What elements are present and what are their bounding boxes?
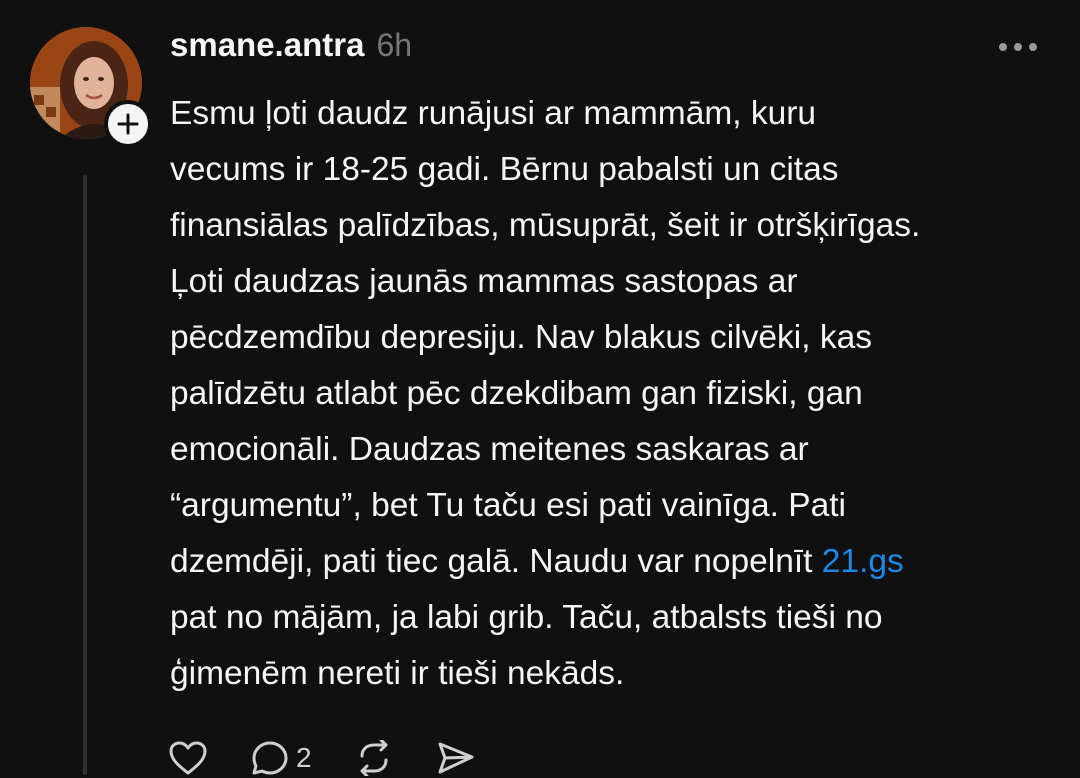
like-button[interactable] [168,740,208,776]
post-body: Esmu ļoti daudz runājusi ar mammām, kuru… [170,86,1060,702]
post-body-line: finansiālas palīdzības, mūsuprāt, šeit i… [170,207,921,244]
post-time: 6h [376,27,413,63]
post-body-line: pat no mājām, ja labi grib. Taču, atbals… [170,599,883,636]
post-header: smane.antra 6h [170,26,412,70]
post-body-text: dzemdēji, pati tiec galā. Naudu var nope… [170,543,822,580]
heart-icon [169,741,207,775]
post-body-line: pēcdzemdību depresiju. Nav blakus cilvēk… [170,319,872,356]
plus-icon [117,113,139,135]
hashtag-link[interactable]: 21.gs [822,543,904,580]
more-options-button[interactable] [996,38,1040,56]
post-body-line: “argumentu”, bet Tu taču esi pati vainīg… [170,487,846,524]
post-body-line: Ļoti daudzas jaunās mammas sastopas ar [170,263,798,300]
reply-count: 2 [296,742,312,773]
comment-icon [252,741,288,775]
post-body-line: ģimenēm nereti ir tieši nekāds. [170,655,625,692]
comment-button[interactable]: 2 [250,740,312,776]
repost-icon [360,740,388,776]
action-bar: 2 [168,738,518,778]
post-body-line: vecums ir 18-25 gadi. Bērnu pabalsti un … [170,151,839,188]
post-body-line: Esmu ļoti daudz runājusi ar mammām, kuru [170,95,817,132]
post-body-line-with-link: dzemdēji, pati tiec galā. Naudu var nope… [170,534,1060,590]
username[interactable]: smane.antra [170,26,364,64]
share-icon [438,742,474,774]
follow-button[interactable] [104,100,152,148]
post-body-line: palīdzētu atlabt pēc dzekdibam gan fizis… [170,375,863,412]
share-button[interactable] [436,740,476,776]
post-body-line: emocionāli. Daudzas meitenes saskaras ar [170,431,809,468]
thread-line [83,175,87,775]
thread-post: smane.antra 6h Esmu ļoti daudz runājusi … [0,0,1080,776]
avatar-container [30,27,152,148]
repost-button[interactable] [354,740,394,776]
more-icon [999,43,1037,51]
